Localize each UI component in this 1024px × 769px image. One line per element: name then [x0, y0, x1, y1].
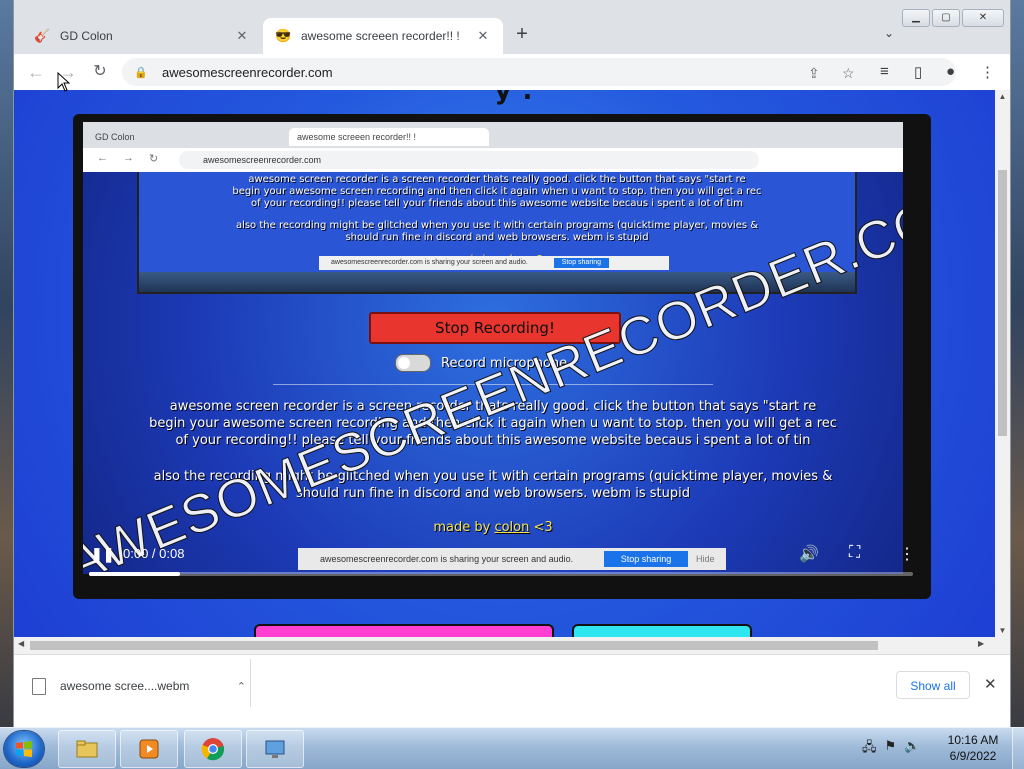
madeby-prefix: made by [433, 520, 495, 535]
tab-title: GD Colon [60, 29, 113, 43]
taskbar-clock[interactable]: 10:16 AM 6/9/2022 [940, 732, 1006, 764]
menu-kebab-icon[interactable]: ⋮ [980, 63, 995, 81]
divider [250, 659, 251, 707]
tab-gd-colon[interactable]: 🎸 GD Colon ✕ [22, 18, 262, 54]
scroll-up-icon[interactable]: ▲ [995, 92, 1010, 101]
chevron-up-icon[interactable]: ⌃ [237, 680, 246, 693]
remote-desktop-taskbar-button[interactable] [246, 730, 304, 768]
inner-stop-sharing: Stop sharing [553, 258, 609, 268]
close-window-button[interactable]: ✕ [962, 9, 1004, 27]
browser-window: 🎸 GD Colon ✕ 😎 awesome screeen recorder!… [14, 0, 1010, 728]
maximize-button[interactable]: ▢ [932, 9, 960, 27]
reload-icon[interactable]: ↻ [90, 62, 110, 82]
network-icon[interactable]: 🖧 [862, 738, 877, 760]
media-controls-icon[interactable]: ≡ [880, 63, 889, 80]
inner-share-bar: awesomescreenrecorder.com is sharing you… [319, 256, 669, 270]
window-controls: ▁ ▢ ✕ [902, 9, 1004, 27]
scroll-right-icon[interactable]: ▶ [978, 639, 984, 648]
minimize-button[interactable]: ▁ [902, 9, 930, 27]
desc-line: of your recording!! please tell your fri… [175, 433, 811, 448]
horizontal-scrollbar[interactable]: ◀ ▶ [14, 637, 1010, 654]
colon-link: colon [494, 520, 530, 535]
windows-logo-icon [16, 741, 32, 757]
bookmark-star-icon[interactable]: ☆ [842, 65, 855, 82]
profile-avatar-icon[interactable]: ● [946, 63, 955, 80]
side-panel-icon[interactable]: ▯ [914, 63, 922, 81]
system-tray: 🖧 ⚑ 🔈 [862, 738, 920, 760]
new-tab-button[interactable]: + [512, 24, 532, 44]
volume-icon[interactable]: 🔈 [904, 738, 920, 760]
recorded-url: awesomescreenrecorder.com [179, 151, 759, 169]
windows-taskbar: 🖧 ⚑ 🔈 10:16 AM 6/9/2022 [0, 727, 1024, 769]
scroll-left-icon[interactable]: ◀ [18, 639, 24, 648]
file-explorer-taskbar-button[interactable] [58, 730, 116, 768]
back-arrow-icon: ← [97, 152, 108, 164]
browser-toolbar: ← → ↻ 🔒 awesomescreenrecorder.com ⇪ ☆ ≡ … [14, 54, 1010, 90]
inner-line: begin your awesome screen recording and … [232, 186, 762, 197]
video-progress-bar[interactable] [89, 572, 913, 576]
monitor-icon [265, 740, 285, 758]
action-center-flag-icon[interactable]: ⚑ [885, 738, 897, 760]
clock-time: 10:16 AM [947, 733, 999, 747]
page-viewport: y . GD Colon awesome screeen recorder!! … [14, 90, 995, 637]
close-tab-icon[interactable]: ✕ [234, 28, 250, 44]
inner-line: should run fine in discord and web brows… [345, 232, 649, 243]
downloads-shelf: awesome scree....webm ⌃ Show all ✕ [14, 654, 1010, 728]
more-options-icon[interactable]: ⋮ [899, 544, 915, 564]
clock-date: 6/9/2022 [949, 749, 997, 763]
volume-icon[interactable]: 🔊 [799, 544, 819, 564]
tab-awesome-screen-recorder[interactable]: 😎 awesome screeen recorder!! ! ✕ [263, 18, 503, 54]
download-item[interactable]: awesome scree....webm ⌃ [32, 673, 246, 699]
inner-line: of your recording!! please tell your fri… [251, 198, 743, 209]
recorded-tab: GD Colon [95, 132, 135, 142]
pink-button[interactable] [254, 624, 554, 637]
show-desktop-button[interactable] [1012, 728, 1024, 769]
inner-share-text: awesomescreenrecorder.com is sharing you… [331, 259, 528, 266]
folder-icon [76, 740, 98, 758]
file-icon [32, 677, 46, 695]
tab-strip: 🎸 GD Colon ✕ 😎 awesome screeen recorder!… [14, 0, 1010, 54]
video-time: 0:00 / 0:08 [123, 546, 185, 561]
inner-line: also the recording might be glitched whe… [235, 220, 759, 231]
back-arrow-icon[interactable]: ← [26, 62, 46, 82]
close-icon[interactable]: ✕ [984, 675, 997, 693]
video-player[interactable]: GD Colon awesome screeen recorder!! ! ← … [73, 114, 931, 599]
fullscreen-icon[interactable]: ⛶ [849, 544, 860, 562]
chrome-icon [201, 738, 225, 761]
recorded-tab: awesome screeen recorder!! ! [289, 128, 489, 146]
video-progress-fill [89, 572, 180, 576]
close-tab-icon[interactable]: ✕ [475, 28, 491, 44]
recorded-toolbar: ← → ↻ awesomescreenrecorder.com [83, 148, 903, 172]
scroll-down-icon[interactable]: ▼ [995, 626, 1010, 635]
madeby-suffix: <3 [529, 520, 553, 535]
inner-line: awesome screen recorder is a screen reco… [248, 174, 746, 185]
pause-icon[interactable]: ❚❚ [91, 546, 114, 563]
address-bar[interactable]: 🔒 awesomescreenrecorder.com ⇪ ☆ [122, 58, 956, 86]
cyan-button[interactable] [572, 624, 752, 637]
show-all-button[interactable]: Show all [896, 671, 970, 699]
scroll-thumb[interactable] [998, 170, 1007, 436]
lock-icon: 🔒 [134, 66, 148, 79]
video-controls: ❚❚ 0:00 / 0:08 🔊 ⛶ ⋮ [73, 542, 931, 572]
recorded-browser-chrome: GD Colon awesome screeen recorder!! ! ← … [83, 122, 903, 172]
vertical-scrollbar[interactable]: ▲ ▼ [995, 90, 1010, 637]
tab-title: awesome screeen recorder!! ! [301, 29, 460, 43]
reload-icon: ↻ [149, 153, 159, 165]
download-file-name: awesome scree....webm [60, 679, 190, 693]
chrome-taskbar-button[interactable] [184, 730, 242, 768]
gd-colon-favicon-icon: 🎸 [34, 28, 51, 43]
tab-search-icon[interactable]: ⌄ [884, 26, 894, 40]
sunglasses-emoji-icon: 😎 [275, 28, 292, 43]
media-player-taskbar-button[interactable] [120, 730, 178, 768]
share-icon[interactable]: ⇪ [808, 65, 820, 82]
url-text: awesomescreenrecorder.com [162, 64, 333, 80]
page-heading-cut: y . [494, 90, 534, 106]
forward-arrow-icon: → [123, 152, 134, 164]
microphone-toggle [395, 354, 431, 372]
scroll-thumb[interactable] [30, 641, 878, 650]
start-button[interactable] [4, 731, 44, 767]
media-player-icon [139, 739, 159, 759]
video-frame: GD Colon awesome screeen recorder!! ! ← … [83, 122, 903, 574]
